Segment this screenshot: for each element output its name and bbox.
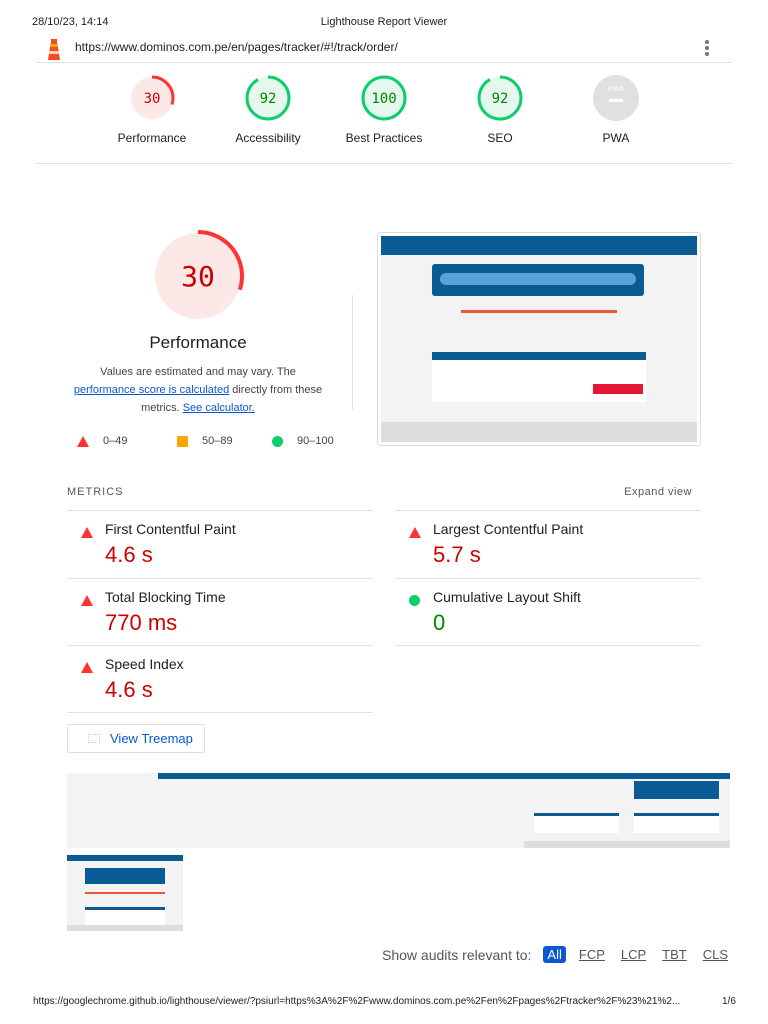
gauge-label: PWA — [602, 131, 630, 145]
performance-big-gauge: 30 — [150, 228, 246, 329]
gauge-pwa[interactable]: PWA PWA — [558, 74, 674, 145]
print-footer-url: https://googlechrome.github.io/lighthous… — [33, 996, 681, 1007]
report-url[interactable]: https://www.dominos.com.pe/en/pages/trac… — [75, 40, 398, 54]
desc-text: directly from these — [229, 384, 323, 396]
legend-fail: 0–49 — [103, 435, 128, 447]
score-calculated-link[interactable]: performance score is calculated — [74, 384, 229, 396]
divider — [67, 712, 373, 713]
fail-triangle-icon — [81, 595, 93, 606]
fail-triangle-icon — [409, 527, 421, 538]
gauge-score: 100 — [371, 91, 396, 107]
square-icon — [177, 435, 188, 447]
score-legend: 0–49 50–89 90–100 — [77, 435, 334, 447]
audit-filter-label: Show audits relevant to: — [382, 946, 532, 963]
metric-label: Total Blocking Time — [105, 589, 226, 605]
gauge-score: PWA — [608, 86, 624, 93]
fail-triangle-icon — [81, 662, 93, 673]
metric-label: Cumulative Layout Shift — [433, 589, 581, 605]
gauge-label: SEO — [487, 131, 513, 145]
gauge-seo[interactable]: 92 SEO — [442, 74, 558, 145]
pass-circle-icon — [409, 595, 420, 606]
filter-cls[interactable]: CLS — [700, 946, 731, 963]
desc-text: Values are estimated and may vary. The — [100, 366, 296, 378]
performance-title: Performance — [149, 333, 247, 352]
audit-filter: Show audits relevant to: All FCP LCP TBT… — [382, 946, 731, 963]
gauge-label: Performance — [117, 131, 187, 145]
metric-speed-index: Speed Index 4.6 s — [67, 645, 373, 713]
filmstrip-frames — [67, 773, 730, 848]
metric-value: 4.6 s — [105, 677, 153, 702]
gauge-performance[interactable]: 30 Performance — [94, 74, 210, 145]
view-treemap-button[interactable]: View Treemap — [67, 724, 205, 753]
filter-fcp[interactable]: FCP — [576, 946, 608, 963]
gauge-score: 30 — [144, 91, 161, 107]
filter-lcp[interactable]: LCP — [618, 946, 649, 963]
metric-value: 0 — [433, 610, 446, 635]
metric-value: 4.6 s — [105, 542, 153, 567]
triangle-icon — [77, 435, 89, 447]
gauge-best-practices[interactable]: 100 Best Practices — [326, 74, 442, 145]
legend-average: 50–89 — [202, 435, 233, 447]
filmstrip-frame — [67, 855, 183, 931]
expand-view-toggle[interactable]: Expand view — [624, 486, 692, 498]
filter-all[interactable]: All — [543, 946, 566, 963]
metric-first-contentful-paint: First Contentful Paint 4.6 s — [67, 510, 373, 578]
treemap-icon — [88, 734, 100, 743]
metric-cumulative-layout-shift: Cumulative Layout Shift 0 — [395, 578, 701, 646]
metric-label: Speed Index — [105, 656, 184, 672]
metric-label: First Contentful Paint — [105, 521, 236, 537]
divider — [36, 62, 732, 63]
metric-largest-contentful-paint: Largest Contentful Paint 5.7 s — [395, 510, 701, 578]
see-calculator-link[interactable]: See calculator. — [183, 402, 255, 414]
filmstrip-frame — [524, 773, 730, 848]
treemap-label: View Treemap — [110, 731, 193, 746]
performance-big-score: 30 — [181, 260, 215, 293]
final-screenshot[interactable] — [377, 232, 701, 446]
gauge-accessibility[interactable]: 92 Accessibility — [210, 74, 326, 145]
gauge-score: 92 — [492, 91, 509, 107]
circle-icon — [272, 435, 283, 447]
metric-value: 5.7 s — [433, 542, 481, 567]
filter-tbt[interactable]: TBT — [659, 946, 690, 963]
metrics-heading: METRICS — [67, 486, 124, 498]
fail-triangle-icon — [81, 527, 93, 538]
print-title: Lighthouse Report Viewer — [320, 16, 448, 28]
metric-label: Largest Contentful Paint — [433, 521, 584, 537]
more-options-icon[interactable] — [705, 40, 711, 56]
legend-pass: 90–100 — [297, 435, 334, 447]
gauge-label: Best Practices — [345, 131, 423, 145]
divider — [352, 295, 353, 410]
gauge-label: Accessibility — [235, 131, 301, 145]
print-page-number: 1/6 — [722, 996, 736, 1007]
performance-description: Values are estimated and may vary. The p… — [48, 363, 348, 417]
desc-text: metrics. — [141, 402, 183, 414]
divider — [36, 163, 732, 164]
metric-value: 770 ms — [105, 610, 178, 635]
gauge-score: 92 — [260, 91, 277, 107]
metric-total-blocking-time: Total Blocking Time 770 ms — [67, 578, 373, 646]
divider — [395, 645, 701, 646]
